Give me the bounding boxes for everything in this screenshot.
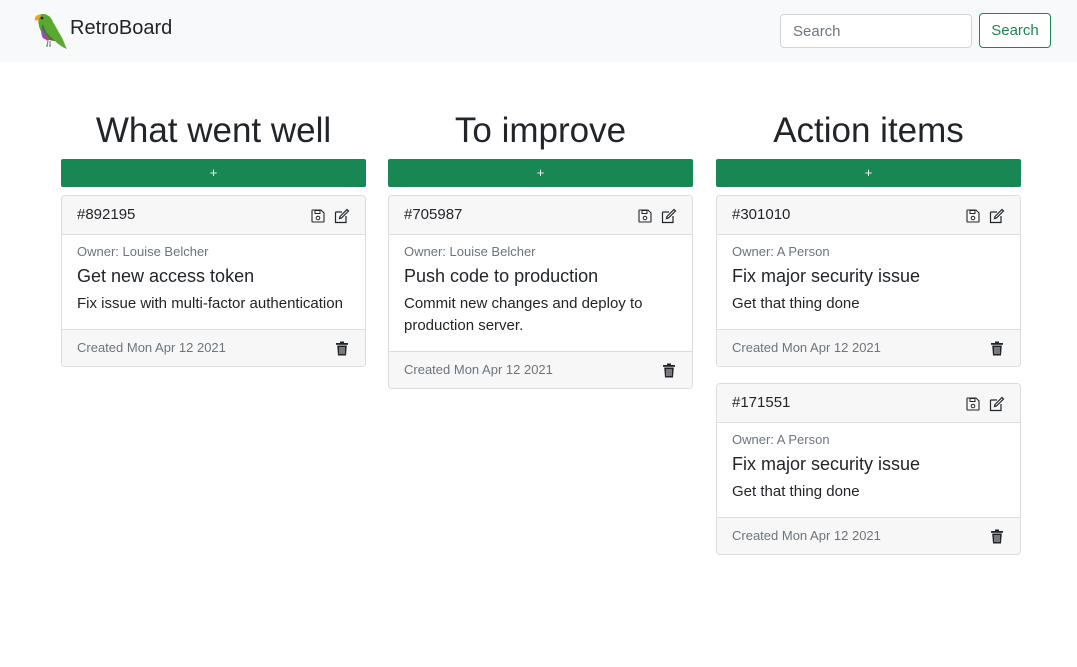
card-owner: Owner: Louise Belcher: [77, 244, 209, 259]
card-header: #301010: [717, 196, 1020, 235]
card-owner: Owner: A Person: [732, 244, 830, 259]
column-action-items: Action items + #301010 Owner: A Person F…: [716, 108, 1021, 555]
card-id: #171551: [732, 394, 791, 411]
card-body: Owner: Louise Belcher Get new access tok…: [62, 235, 365, 329]
retro-card: #301010 Owner: A Person Fix major securi…: [716, 195, 1021, 367]
card-footer: Created Mon Apr 12 2021: [717, 517, 1020, 554]
add-card-button[interactable]: +: [716, 159, 1021, 187]
card-id: #301010: [732, 206, 791, 223]
card-body: Owner: A Person Fix major security issue…: [717, 235, 1020, 329]
add-card-button[interactable]: +: [61, 159, 366, 187]
add-card-button[interactable]: +: [388, 159, 693, 187]
edit-icon[interactable]: [334, 208, 350, 224]
edit-icon[interactable]: [989, 396, 1005, 412]
card-created-date: Created Mon Apr 12 2021: [732, 340, 881, 355]
card-id: #892195: [77, 206, 136, 223]
column-what-went-well: What went well + #892195 Owner: Louise B…: [61, 108, 366, 367]
card-title: Fix major security issue: [732, 454, 921, 474]
trash-icon[interactable]: [662, 363, 676, 378]
card-text: Fix issue with multi-factor authenticati…: [77, 295, 343, 312]
card-created-date: Created Mon Apr 12 2021: [732, 528, 881, 543]
brand-name: RetroBoard: [70, 16, 173, 39]
card-header: #171551: [717, 384, 1020, 423]
column-to-improve: To improve + #705987 Owner: Louise Belch…: [388, 108, 693, 389]
card-owner: Owner: Louise Belcher: [404, 244, 536, 259]
card-created-date: Created Mon Apr 12 2021: [77, 340, 226, 355]
card-body: Owner: Louise Belcher Push code to produ…: [389, 235, 692, 351]
brand[interactable]: RetroBoard: [31, 10, 172, 50]
edit-icon[interactable]: [661, 208, 677, 224]
save-icon[interactable]: [965, 208, 981, 224]
card-id: #705987: [404, 206, 463, 223]
card-text: Get that thing done: [732, 483, 860, 500]
save-icon[interactable]: [310, 208, 326, 224]
trash-icon[interactable]: [990, 529, 1004, 544]
retro-card: #171551 Owner: A Person Fix major securi…: [716, 383, 1021, 555]
card-text: Commit new changes and deploy to product…: [404, 295, 643, 334]
card-title: Push code to production: [404, 266, 599, 286]
column-title: What went well: [95, 111, 332, 150]
edit-icon[interactable]: [989, 208, 1005, 224]
trash-icon[interactable]: [335, 341, 349, 356]
card-title: Fix major security issue: [732, 266, 921, 286]
column-title: Action items: [773, 111, 964, 150]
card-footer: Created Mon Apr 12 2021: [62, 329, 365, 366]
card-title: Get new access token: [77, 266, 255, 286]
retro-card: #892195 Owner: Louise Belcher Get new ac…: [61, 195, 366, 367]
navbar: RetroBoard Search: [0, 0, 1077, 62]
search-button[interactable]: Search: [979, 13, 1051, 48]
card-owner: Owner: A Person: [732, 432, 830, 447]
column-title: To improve: [454, 111, 627, 150]
save-icon[interactable]: [637, 208, 653, 224]
card-created-date: Created Mon Apr 12 2021: [404, 362, 553, 377]
search-input[interactable]: [780, 14, 972, 48]
parrot-logo-icon: [34, 13, 67, 49]
card-body: Owner: A Person Fix major security issue…: [717, 423, 1020, 517]
card-header: #892195: [62, 196, 365, 235]
save-icon[interactable]: [965, 396, 981, 412]
card-header: #705987: [389, 196, 692, 235]
card-text: Get that thing done: [732, 295, 860, 312]
retro-card: #705987 Owner: Louise Belcher Push code …: [388, 195, 693, 389]
card-footer: Created Mon Apr 12 2021: [717, 329, 1020, 366]
trash-icon[interactable]: [990, 341, 1004, 356]
card-footer: Created Mon Apr 12 2021: [389, 351, 692, 388]
